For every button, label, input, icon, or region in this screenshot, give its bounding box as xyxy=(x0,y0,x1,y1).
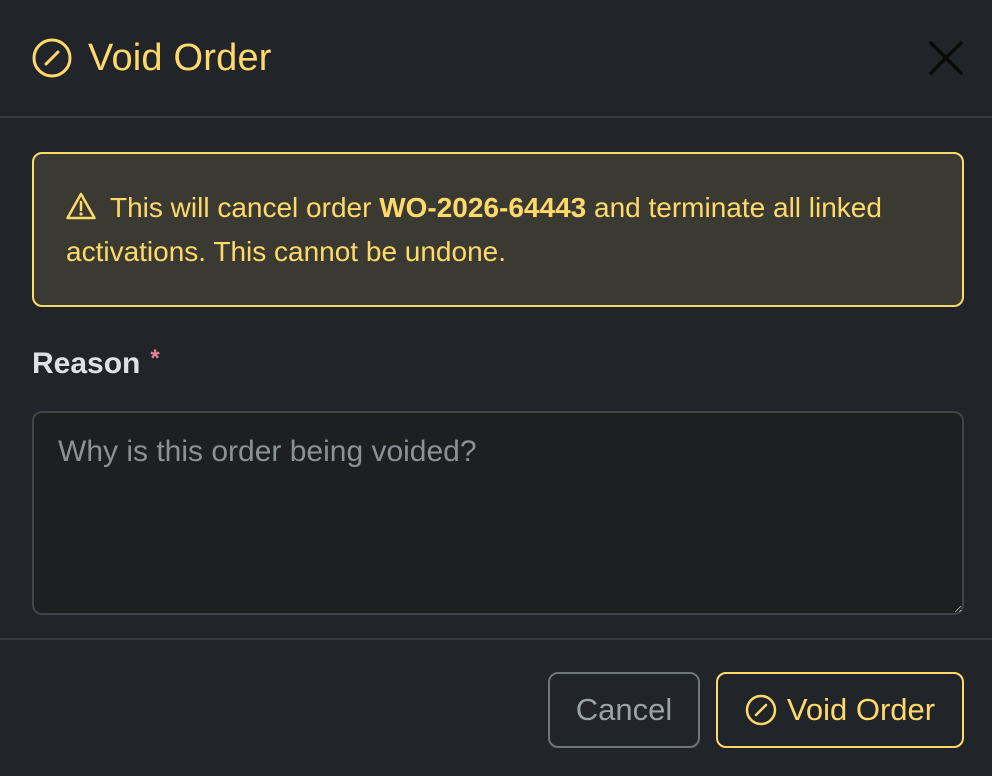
void-order-button-label: Void Order xyxy=(786,692,936,727)
order-id: WO-2026-64443 xyxy=(379,192,587,223)
slash-circle-icon xyxy=(745,694,777,726)
void-order-modal: Void Order This will cancel order WO-202… xyxy=(0,0,992,776)
close-button[interactable] xyxy=(926,38,966,78)
void-order-button[interactable]: Void Order xyxy=(716,672,964,748)
cancel-button[interactable]: Cancel xyxy=(548,672,700,748)
modal-body: This will cancel order WO-2026-64443 and… xyxy=(0,118,992,640)
warning-triangle-icon xyxy=(66,189,96,220)
reason-label-text: Reason xyxy=(32,347,141,380)
slash-circle-icon xyxy=(32,38,72,78)
modal-header: Void Order xyxy=(0,0,992,118)
reason-textarea[interactable] xyxy=(32,411,964,615)
modal-title: Void Order xyxy=(88,37,272,79)
warning-alert: This will cancel order WO-2026-64443 and… xyxy=(32,152,964,307)
required-marker: * xyxy=(150,345,160,372)
modal-footer: Cancel Void Order xyxy=(0,640,992,774)
reason-label: Reason * xyxy=(32,347,962,387)
alert-text-before: This will cancel order xyxy=(110,192,380,223)
close-icon xyxy=(926,41,966,81)
